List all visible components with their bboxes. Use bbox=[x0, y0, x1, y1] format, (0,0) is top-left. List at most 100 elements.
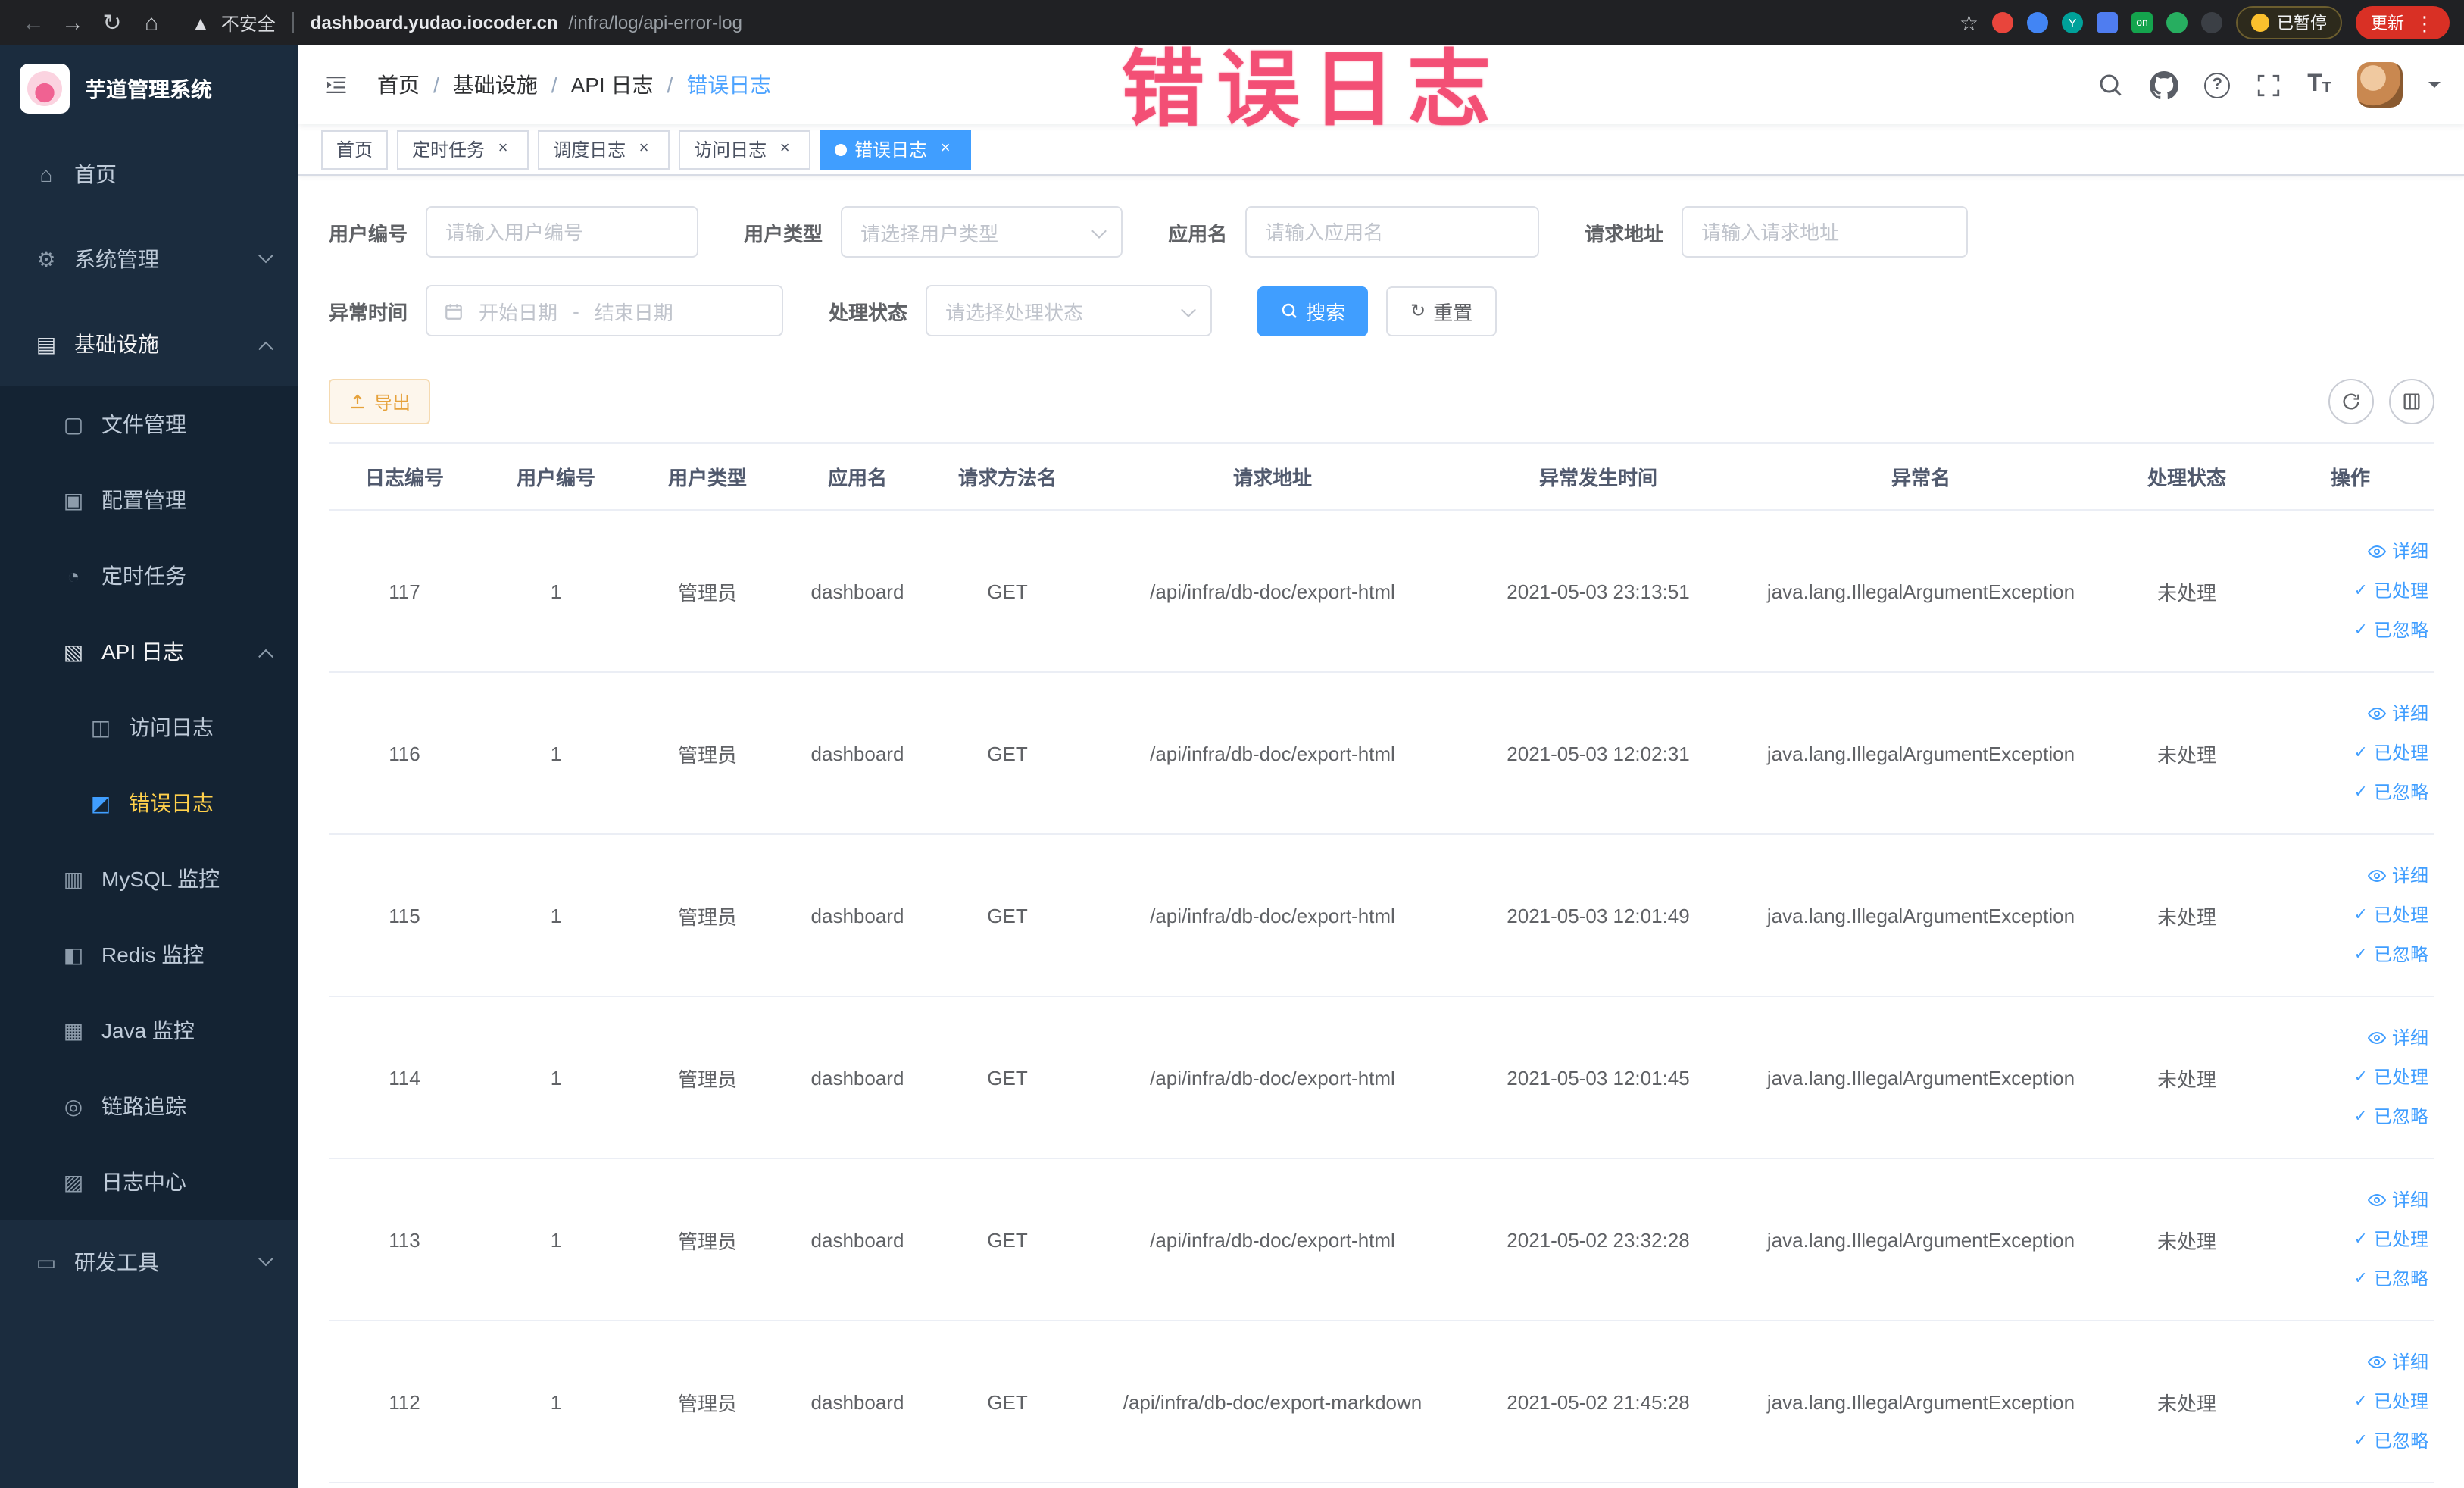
processed-link[interactable]: ✓ 已处理 bbox=[2269, 1382, 2428, 1421]
ignore-link[interactable]: ✓ 已忽略 bbox=[2269, 935, 2428, 974]
method-cell: GET bbox=[932, 672, 1083, 835]
processed-link[interactable]: ✓ 已处理 bbox=[2269, 571, 2428, 611]
processed-link[interactable]: ✓ 已处理 bbox=[2269, 1220, 2428, 1259]
forward-button[interactable]: → bbox=[55, 5, 91, 41]
user-avatar[interactable] bbox=[2357, 62, 2403, 108]
detail-link[interactable]: 详细 bbox=[2269, 1180, 2428, 1220]
app-name-input[interactable] bbox=[1245, 206, 1540, 258]
request-url-input[interactable] bbox=[1682, 206, 1969, 258]
ignore-link[interactable]: ✓ 已忽略 bbox=[2269, 611, 2428, 650]
user-id-input[interactable] bbox=[426, 206, 699, 258]
sidebar-item-error-log[interactable]: ◩ 错误日志 bbox=[0, 765, 298, 841]
table-body: 117 1 管理员 dashboard GET/api/infra/db-doc/exp… bbox=[329, 510, 2434, 1483]
address-separator bbox=[292, 12, 294, 33]
extension-paw-icon[interactable] bbox=[2201, 12, 2222, 33]
search-button[interactable]: 搜索 bbox=[1257, 286, 1369, 336]
ignore-link[interactable]: ✓ 已忽略 bbox=[2269, 1097, 2428, 1136]
extension-blue-drop-icon[interactable] bbox=[2027, 12, 2048, 33]
extension-red-icon[interactable] bbox=[1992, 12, 2013, 33]
tab-label: 首页 bbox=[336, 139, 373, 161]
filter-form: 用户编号 用户类型 请选择用户类型 应用名 bbox=[298, 176, 2464, 364]
refresh-button[interactable] bbox=[2328, 379, 2374, 424]
tab-错误日志[interactable]: 错误日志 × bbox=[820, 130, 972, 169]
extension-leaf-icon[interactable] bbox=[2166, 12, 2188, 33]
app-logo[interactable]: 芋道管理系统 bbox=[0, 45, 298, 132]
bookmark-star-icon[interactable]: ☆ bbox=[1960, 10, 1978, 36]
extension-y-icon[interactable]: Y bbox=[2062, 12, 2083, 33]
export-button[interactable]: 导出 bbox=[329, 379, 431, 424]
close-icon[interactable]: × bbox=[935, 139, 956, 160]
sidebar-item-system[interactable]: ⚙ 系统管理 bbox=[0, 217, 298, 302]
extension-on-badge-icon[interactable]: on bbox=[2131, 12, 2153, 33]
search-icon[interactable] bbox=[2097, 71, 2124, 98]
processed-link[interactable]: ✓ 已处理 bbox=[2269, 896, 2428, 935]
help-icon[interactable]: ? bbox=[2204, 72, 2231, 98]
detail-link[interactable]: 详细 bbox=[2269, 856, 2428, 896]
trace-icon: ◎ bbox=[64, 1093, 83, 1118]
close-icon[interactable]: × bbox=[633, 139, 654, 160]
detail-link[interactable]: 详细 bbox=[2269, 1018, 2428, 1058]
browser-menu-icon[interactable]: ⋮ bbox=[2415, 13, 2434, 33]
sidebar-item-access-log[interactable]: ◫ 访问日志 bbox=[0, 689, 298, 765]
processed-link[interactable]: ✓ 已处理 bbox=[2269, 733, 2428, 773]
process-status-placeholder: 请选择处理状态 bbox=[945, 301, 1084, 324]
detail-link[interactable]: 详细 bbox=[2269, 1343, 2428, 1382]
top-navbar: 首页 / 基础设施 / API 日志 / 错误日志 ? TT bbox=[298, 45, 2464, 124]
sidebar-toggle[interactable] bbox=[323, 73, 350, 97]
sidebar-item-config[interactable]: ▣ 配置管理 bbox=[0, 462, 298, 538]
address-bar[interactable]: ▲ 不安全 dashboard.yudao.iocoder.cn/infra/l… bbox=[191, 10, 1938, 36]
processed-link[interactable]: ✓ 已处理 bbox=[2269, 1058, 2428, 1097]
sidebar-item-java[interactable]: ▦ Java 监控 bbox=[0, 993, 298, 1068]
export-button-label: 导出 bbox=[374, 392, 411, 413]
sidebar-item-trace[interactable]: ◎ 链路追踪 bbox=[0, 1068, 298, 1144]
sidebar-item-home[interactable]: ⌂ 首页 bbox=[0, 132, 298, 217]
home-button[interactable]: ⌂ bbox=[133, 5, 170, 41]
tab-定时任务[interactable]: 定时任务 × bbox=[397, 130, 529, 169]
request-url-cell: /api/infra/db-doc/export-html bbox=[1083, 672, 1462, 835]
sidebar-item-dev-tools[interactable]: ▭ 研发工具 bbox=[0, 1220, 298, 1305]
exception-time-range-picker[interactable]: 开始日期 - 结束日期 bbox=[426, 285, 784, 336]
reset-button[interactable]: ↻ 重置 bbox=[1386, 286, 1497, 336]
sidebar-item-api-log[interactable]: ▧ API 日志 bbox=[0, 614, 298, 689]
sidebar-item-redis[interactable]: ◧ Redis 监控 bbox=[0, 917, 298, 993]
column-header: 用户编号 bbox=[480, 443, 632, 511]
breadcrumb-item[interactable]: 首页 bbox=[377, 70, 420, 100]
back-button[interactable]: ← bbox=[15, 5, 52, 41]
user-menu-caret-icon[interactable] bbox=[2428, 82, 2441, 94]
user-type-select[interactable]: 请选择用户类型 bbox=[841, 206, 1123, 258]
ignore-link[interactable]: ✓ 已忽略 bbox=[2269, 773, 2428, 812]
tab-调度日志[interactable]: 调度日志 × bbox=[538, 130, 670, 169]
sidebar-item-file[interactable]: ▢ 文件管理 bbox=[0, 386, 298, 462]
breadcrumb-item[interactable]: API 日志 bbox=[571, 70, 654, 100]
ignore-link[interactable]: ✓ 已忽略 bbox=[2269, 1421, 2428, 1461]
tab-首页[interactable]: 首页 bbox=[321, 130, 389, 169]
warning-icon: ▲ bbox=[191, 11, 211, 34]
log-id-cell: 117 bbox=[329, 510, 480, 673]
paused-badge[interactable]: 已暂停 bbox=[2236, 6, 2342, 39]
ignore-link[interactable]: ✓ 已忽略 bbox=[2269, 1259, 2428, 1299]
font-size-icon[interactable]: TT bbox=[2307, 72, 2331, 97]
tab-访问日志[interactable]: 访问日志 × bbox=[679, 130, 811, 169]
sidebar-item-mysql[interactable]: ▥ MySQL 监控 bbox=[0, 841, 298, 917]
browser-update-button[interactable]: 更新 ⋮ bbox=[2356, 6, 2450, 39]
sidebar-item-job[interactable]: ◔ 定时任务 bbox=[0, 538, 298, 614]
extension-grid-icon[interactable] bbox=[2097, 12, 2118, 33]
close-icon[interactable]: × bbox=[774, 139, 795, 160]
log-id-cell: 115 bbox=[329, 834, 480, 997]
reload-button[interactable]: ↻ bbox=[94, 5, 130, 41]
fullscreen-icon[interactable] bbox=[2256, 72, 2281, 98]
close-icon[interactable]: × bbox=[492, 139, 514, 160]
sidebar-item-infra[interactable]: ▤ 基础设施 bbox=[0, 302, 298, 386]
detail-link[interactable]: 详细 bbox=[2269, 532, 2428, 571]
request-url-cell: /api/infra/db-doc/export-markdown bbox=[1083, 1321, 1462, 1483]
exception-time-label: 异常时间 bbox=[329, 301, 408, 324]
app-name-cell: dashboard bbox=[783, 672, 932, 835]
gear-icon: ⚙ bbox=[36, 246, 56, 270]
column-settings-button[interactable] bbox=[2389, 379, 2434, 424]
navbar-tools: ? TT bbox=[2097, 62, 2441, 108]
sidebar-item-log-center[interactable]: ▨ 日志中心 bbox=[0, 1144, 298, 1220]
process-status-select[interactable]: 请选择处理状态 bbox=[926, 285, 1213, 336]
breadcrumb-item[interactable]: 基础设施 bbox=[453, 70, 538, 100]
detail-link[interactable]: 详细 bbox=[2269, 694, 2428, 733]
github-icon[interactable] bbox=[2150, 70, 2179, 99]
